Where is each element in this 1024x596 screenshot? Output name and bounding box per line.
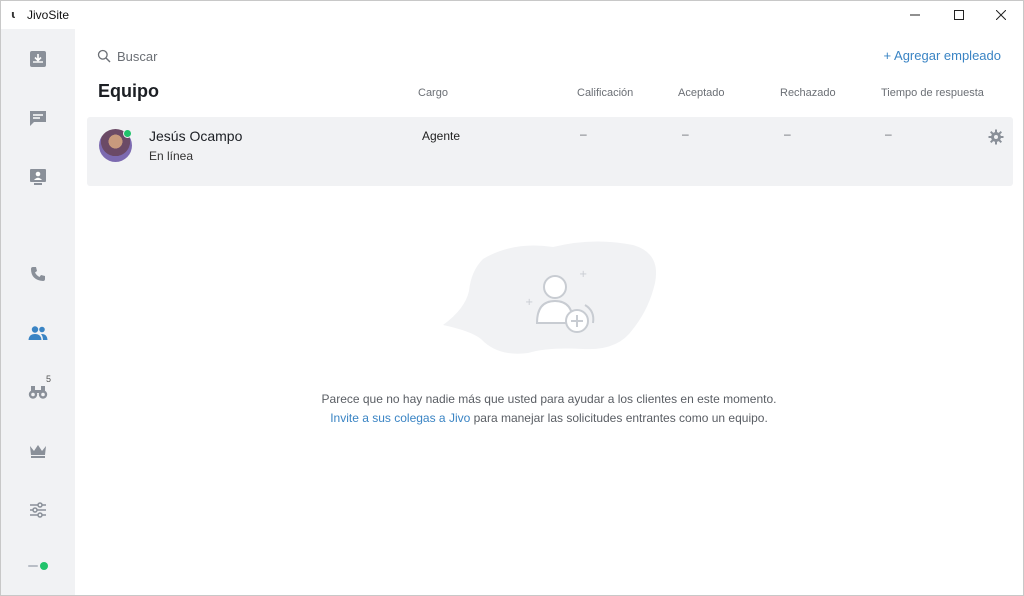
sidebar-item-settings[interactable] — [18, 490, 58, 530]
employee-accepted: – — [682, 127, 689, 141]
search-icon — [97, 49, 111, 63]
inbox-icon — [30, 51, 46, 67]
maximize-button[interactable] — [936, 1, 982, 29]
app-window: ɩ JivoSite 5 Buscar + Agregar empleado E… — [0, 0, 1024, 596]
empty-team-illustration-icon: + + — [443, 241, 657, 354]
sidebar-item-visitors[interactable] — [18, 157, 58, 197]
empty-state-message: Parece que no hay nadie más que usted pa… — [75, 390, 1023, 428]
svg-text:+: + — [579, 269, 587, 280]
agent-status-toggle[interactable] — [23, 559, 53, 573]
sidebar-item-premium[interactable] — [18, 431, 58, 471]
online-indicator-icon — [123, 129, 132, 138]
column-header-response-time: Tiempo de respuesta — [881, 87, 984, 99]
add-employee-link[interactable]: + Agregar empleado — [884, 48, 1001, 63]
sliders-icon — [30, 502, 46, 518]
employee-status: En línea — [149, 149, 194, 163]
invite-colleagues-link[interactable]: Invite a sus colegas a Jivo — [330, 411, 470, 425]
minimize-icon — [910, 14, 920, 16]
app-title: JivoSite — [27, 8, 70, 22]
employee-role: Agente — [422, 129, 461, 143]
column-header-accepted: Aceptado — [678, 87, 725, 99]
sidebar-item-calls[interactable] — [18, 254, 58, 294]
team-row[interactable]: Jesús Ocampo En línea Agente – – – – — [87, 117, 1013, 186]
online-status-icon — [40, 562, 48, 570]
close-button[interactable] — [978, 1, 1024, 29]
gear-icon[interactable] — [988, 129, 1004, 145]
status-line — [28, 565, 38, 567]
close-icon — [996, 10, 1006, 20]
team-icon — [28, 326, 48, 340]
jivo-logo-icon: ɩ — [11, 8, 16, 21]
page-title: Equipo — [98, 81, 159, 101]
phone-icon — [31, 267, 45, 281]
title-bar[interactable]: ɩ JivoSite — [1, 1, 1023, 29]
column-header-rating: Calificación — [577, 87, 634, 99]
crown-icon — [30, 445, 46, 458]
minimize-button[interactable] — [892, 1, 938, 29]
monitoring-badge: 5 — [46, 374, 52, 384]
sidebar-item-chats[interactable] — [18, 98, 58, 138]
binoculars-icon — [28, 386, 48, 399]
search-input[interactable] — [117, 48, 337, 64]
main-content: + Agregar empleado Equipo Cargo Califica… — [75, 29, 1023, 595]
employee-rating: – — [580, 127, 587, 141]
sidebar: 5 — [1, 29, 75, 595]
employee-response-time: – — [885, 127, 892, 141]
column-header-rejected: Rechazado — [780, 87, 836, 99]
maximize-icon — [954, 10, 964, 20]
empty-state-line-2: Invite a sus colegas a Jivo para manejar… — [75, 409, 1023, 428]
sidebar-item-inbox[interactable] — [18, 39, 58, 79]
empty-state-line-1: Parece que no hay nadie más que usted pa… — [321, 392, 777, 406]
visitor-board-icon — [30, 169, 46, 185]
svg-text:+: + — [525, 297, 533, 308]
column-header-role: Cargo — [418, 87, 448, 99]
chat-icon — [30, 111, 46, 126]
employee-name: Jesús Ocampo — [149, 128, 243, 144]
empty-state-line-2-text: para manejar las solicitudes entrantes c… — [470, 411, 768, 425]
search-box[interactable] — [97, 47, 337, 65]
sidebar-item-monitoring[interactable]: 5 — [18, 372, 58, 412]
sidebar-item-team[interactable] — [18, 313, 58, 353]
employee-rejected: – — [784, 127, 791, 141]
